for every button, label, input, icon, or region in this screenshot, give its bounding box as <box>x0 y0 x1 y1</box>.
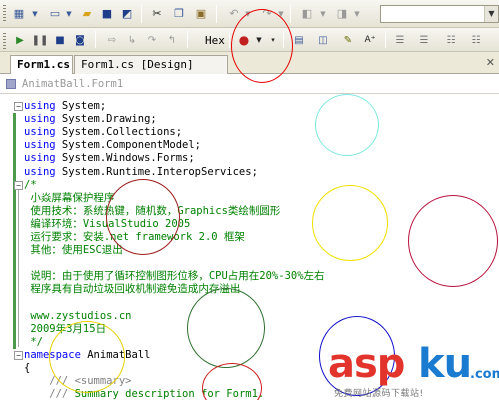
restart-icon[interactable]: ◙ <box>72 32 88 48</box>
code-line[interactable]: www.zystudios.cn <box>24 310 131 323</box>
watermark-logo: asp ku .com 免费网站源码下载站! <box>322 341 499 400</box>
hex-label[interactable]: Hex <box>205 34 225 47</box>
step-into-icon[interactable]: ↳ <box>124 32 140 48</box>
overlay-circle <box>106 179 180 255</box>
code-token: 其他：使用ESC退出 <box>24 244 123 257</box>
overlay-circle <box>202 363 262 400</box>
uncomment-icon[interactable]: ☷ <box>468 32 484 48</box>
code-token: System.Windows.Forms; <box>55 152 195 165</box>
code-token: using <box>24 100 56 112</box>
indent-right-icon[interactable]: ☰ <box>416 32 432 48</box>
code-line[interactable]: { <box>24 362 30 375</box>
paste-icon[interactable]: ▣ <box>192 5 210 22</box>
overlay-circle <box>315 94 379 156</box>
stop-icon[interactable]: ■ <box>52 32 68 48</box>
copy-icon[interactable]: ❐ <box>170 5 188 22</box>
tab-form1-cs[interactable]: Form1.cs <box>10 55 73 75</box>
code-token: using <box>24 113 56 126</box>
code-line[interactable]: 其他：使用ESC退出 <box>24 244 123 257</box>
fold-toggle-icon[interactable]: − <box>14 350 23 360</box>
code-line[interactable]: using System.ComponentModel; <box>24 139 201 152</box>
fold-toggle-icon[interactable]: − <box>14 180 23 190</box>
code-token: using <box>24 152 56 165</box>
overlay-circle <box>231 9 293 83</box>
chevron-down-icon[interactable]: ▼ <box>484 6 498 22</box>
code-line[interactable]: using System.Windows.Forms; <box>24 152 195 165</box>
overlay-circle <box>187 288 265 368</box>
tab-form1-design[interactable]: Form1.cs [Design] <box>74 55 228 74</box>
fold-toggle-icon[interactable]: − <box>14 102 23 111</box>
code-token: System.Drawing; <box>55 113 157 126</box>
new-file-icon[interactable]: ▭ <box>46 5 64 22</box>
step-over-icon[interactable]: ↷ <box>144 32 160 48</box>
watermark-com: .com <box>470 367 499 382</box>
code-token: www.zystudios.cn <box>24 309 132 322</box>
open-icon[interactable]: ▰ <box>78 5 96 22</box>
nav-back-icon[interactable]: ◧ <box>298 5 316 22</box>
overlay-circle <box>408 195 498 287</box>
code-token: using <box>24 165 56 178</box>
code-line[interactable]: /* <box>24 179 37 192</box>
save-icon[interactable]: ■ <box>98 5 116 22</box>
code-token: /// <box>24 388 75 400</box>
code-token: System.ComponentModel; <box>55 139 202 152</box>
code-token: 小焱屏幕保护程序 <box>24 191 115 204</box>
outline-guide <box>18 189 19 347</box>
overlay-circle <box>49 321 125 393</box>
highlight-icon[interactable]: ✎ <box>340 32 356 48</box>
code-token: System.Runtime.InteropServices; <box>55 165 258 178</box>
save-all-icon[interactable]: ◩ <box>118 5 136 22</box>
code-token: 说明：由于使用了循环控制图形位移，CPU占用在20%-30%左右 <box>24 270 325 283</box>
class-view-icon[interactable]: ◫ <box>315 32 331 48</box>
start-icon[interactable]: ▶ <box>12 32 28 48</box>
indent-left-icon[interactable]: ☰ <box>392 32 408 48</box>
indicator-margin[interactable] <box>0 95 12 400</box>
code-line[interactable]: using System.Runtime.InteropServices; <box>24 166 258 179</box>
find-combo[interactable]: ▼ <box>380 5 499 23</box>
code-line[interactable]: using System.Drawing; <box>24 113 157 126</box>
nav-forward-dropdown-icon[interactable]: ▼ <box>352 5 362 22</box>
grid-icon[interactable]: ▦ <box>10 5 28 22</box>
code-line[interactable]: 说明：由于使用了循环控制图形位移，CPU占用在20%-30%左右 <box>24 270 325 283</box>
watermark-ku: ku <box>418 341 472 387</box>
step-out-icon[interactable]: ↰ <box>164 32 180 48</box>
nav-back-dropdown-icon[interactable]: ▼ <box>318 5 328 22</box>
code-token: */ <box>24 335 43 348</box>
toolbar-grip[interactable] <box>3 5 6 22</box>
dropdown-arrow-icon[interactable]: ▼ <box>30 5 40 22</box>
code-token: System; <box>55 100 107 112</box>
code-token: using <box>24 139 56 152</box>
toolbar-grip[interactable] <box>3 33 6 50</box>
code-line[interactable]: using System.Collections; <box>24 126 182 139</box>
class-icon <box>6 79 16 89</box>
code-token: using <box>24 126 56 139</box>
object-browser-icon[interactable]: ▤ <box>291 32 307 48</box>
pause-icon[interactable]: ❚❚ <box>32 32 49 48</box>
type-dropdown[interactable]: AnimatBall.Form1 <box>22 78 123 90</box>
font-size-icon[interactable]: A⁺ <box>362 32 378 48</box>
show-next-statement-icon[interactable]: ⇨ <box>104 32 120 48</box>
nav-forward-icon[interactable]: ◨ <box>333 5 351 22</box>
change-tracking-bar <box>13 113 16 349</box>
watermark-subtitle: 免费网站源码下载站! <box>334 389 424 399</box>
code-token: System.Collections; <box>55 126 183 139</box>
code-line[interactable]: */ <box>24 336 43 349</box>
overlay-circle <box>312 185 388 261</box>
cut-icon[interactable]: ✂ <box>148 5 166 22</box>
code-line[interactable]: 小焱屏幕保护程序 <box>24 192 114 205</box>
new-dropdown-icon[interactable]: ▼ <box>64 5 74 22</box>
code-token: /* <box>24 178 37 191</box>
watermark-asp: asp <box>328 341 405 387</box>
close-icon[interactable]: ✕ <box>486 56 495 69</box>
code-token: { <box>24 362 31 374</box>
code-line[interactable]: using System; <box>24 100 106 113</box>
comment-icon[interactable]: ☷ <box>443 32 459 48</box>
